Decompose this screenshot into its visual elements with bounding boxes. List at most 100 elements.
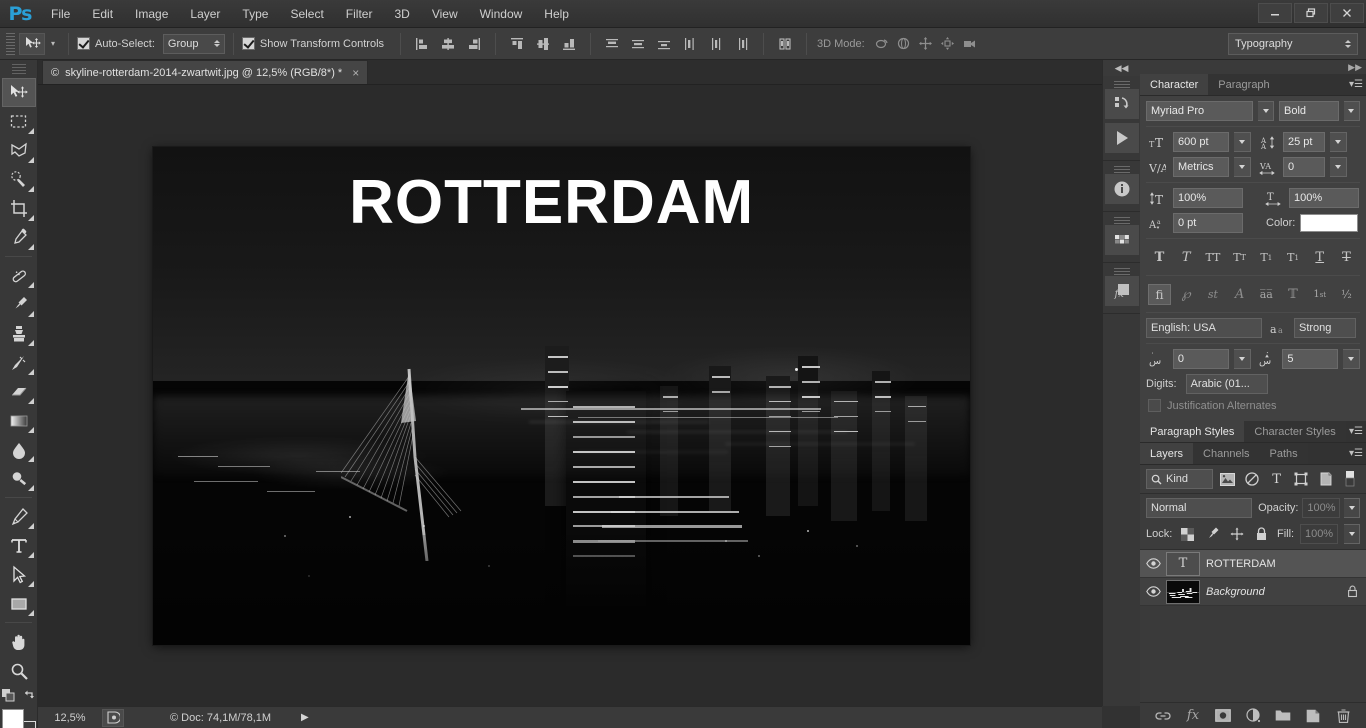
artboard[interactable]: ROTTERDAM (153, 147, 970, 645)
filter-enable-toggle[interactable] (1340, 469, 1360, 489)
distribute-horizontal-centers-icon[interactable] (705, 33, 727, 55)
menu-select[interactable]: Select (279, 0, 334, 28)
status-bar-expand-arrow[interactable]: ▶ (301, 712, 309, 723)
default-colors-icon[interactable] (1, 689, 15, 702)
crop-flyout-arrow[interactable] (27, 215, 34, 221)
rectangle-tool[interactable] (2, 589, 36, 618)
menu-image[interactable]: Image (124, 0, 179, 28)
baseline-shift-field[interactable]: 0 pt (1173, 213, 1243, 233)
subscript-button[interactable]: T1 (1282, 247, 1305, 268)
brush-flyout-arrow[interactable] (27, 311, 34, 317)
fill-field[interactable]: 100% (1300, 524, 1339, 544)
font-style-dropdown[interactable] (1343, 101, 1360, 121)
new-fill-adjustment-layer-icon[interactable] (1244, 707, 1262, 725)
auto-select-scope-spinner[interactable] (208, 40, 220, 47)
eraser-tool[interactable] (2, 377, 36, 406)
align-top-edges-icon[interactable] (506, 33, 528, 55)
dodge-tool[interactable] (2, 464, 36, 493)
underline-button[interactable]: T (1308, 247, 1331, 268)
layer-visibility-icon[interactable] (1140, 586, 1166, 597)
restore-icon[interactable] (1294, 3, 1328, 23)
3d-pan-icon[interactable] (915, 33, 937, 55)
horizontal-scale-field[interactable]: 100% (1289, 188, 1359, 208)
pen-flyout-arrow[interactable] (27, 523, 34, 529)
auto-select-scope-select[interactable]: Group (162, 33, 225, 54)
distribute-top-edges-icon[interactable] (601, 33, 623, 55)
ordinals-button[interactable]: 1st (1308, 284, 1331, 305)
tab-paths[interactable]: Paths (1259, 443, 1308, 464)
lock-position-icon[interactable] (1228, 524, 1247, 544)
diacritic-dropdown[interactable] (1343, 349, 1360, 369)
layers-panel-menu-icon[interactable]: ▾☰ (1346, 443, 1366, 464)
layer-thumbnail-text[interactable]: T (1166, 551, 1200, 576)
horizontal-type-tool[interactable] (2, 531, 36, 560)
workspace-spinner[interactable] (1345, 40, 1351, 48)
kashida-dropdown[interactable] (1233, 349, 1251, 369)
lock-transparent-pixels-icon[interactable] (1178, 524, 1197, 544)
align-bottom-edges-icon[interactable] (558, 33, 580, 55)
font-family-field[interactable]: Myriad Pro (1146, 101, 1253, 121)
tracking-field[interactable]: 0 (1283, 157, 1325, 177)
gradient-tool[interactable] (2, 406, 36, 435)
menu-window[interactable]: Window (469, 0, 534, 28)
lasso-flyout-arrow[interactable] (27, 157, 34, 163)
fill-dropdown[interactable] (1344, 524, 1361, 544)
new-layer-icon[interactable] (1304, 707, 1322, 725)
spot-healing-brush-tool[interactable] (2, 261, 36, 290)
font-size-field[interactable]: 600 pt (1173, 132, 1229, 152)
tab-paragraph-styles[interactable]: Paragraph Styles (1140, 421, 1245, 442)
text-color-swatch[interactable] (1300, 214, 1359, 232)
dock-group-grip-4[interactable] (1113, 268, 1130, 275)
blend-mode-spinner[interactable] (1243, 507, 1247, 509)
status-preview-button[interactable] (102, 708, 124, 727)
tab-channels[interactable]: Channels (1193, 443, 1260, 464)
layer-filter-kind-select[interactable]: Kind (1146, 469, 1213, 489)
styles-panel-icon[interactable]: fx (1104, 276, 1139, 306)
show-transform-check-icon[interactable] (241, 37, 255, 50)
rectangular-marquee-tool[interactable] (2, 107, 36, 136)
leading-field[interactable]: 25 pt (1283, 132, 1325, 152)
anti-aliasing-select[interactable]: Strong (1294, 318, 1356, 338)
standard-ligatures-button[interactable]: fi (1148, 284, 1171, 305)
collapse-to-icons[interactable]: ▶▶ (1140, 60, 1366, 74)
eraser-flyout-arrow[interactable] (27, 398, 34, 404)
discretionary-ligatures-button[interactable]: st (1201, 284, 1224, 305)
crop-tool[interactable] (2, 194, 36, 223)
type-flyout-arrow[interactable] (27, 552, 34, 558)
all-caps-button[interactable]: TT (1201, 247, 1224, 268)
layer-thumbnail-image[interactable] (1166, 579, 1200, 604)
clone-stamp-tool[interactable] (2, 319, 36, 348)
3d-slide-icon[interactable] (937, 33, 959, 55)
brush-tool[interactable] (2, 290, 36, 319)
align-vertical-centers-icon[interactable] (532, 33, 554, 55)
kerning-dropdown[interactable] (1234, 157, 1251, 177)
gradient-flyout-arrow[interactable] (27, 427, 34, 433)
table-row[interactable]: T ROTTERDAM (1140, 550, 1366, 578)
language-select[interactable]: English: USA (1146, 318, 1262, 338)
menu-type[interactable]: Type (231, 0, 279, 28)
opacity-dropdown[interactable] (1344, 498, 1360, 518)
opacity-field[interactable]: 100% (1302, 498, 1341, 518)
superscript-button[interactable]: T1 (1255, 247, 1278, 268)
marquee-flyout-arrow[interactable] (27, 128, 34, 134)
tool-preset-dropdown[interactable]: ▾ (46, 33, 60, 55)
auto-select-check-icon[interactable] (77, 37, 90, 50)
zoom-tool[interactable] (2, 656, 36, 685)
healing-flyout-arrow[interactable] (27, 282, 34, 288)
history-brush-flyout-arrow[interactable] (27, 369, 34, 375)
delete-layer-icon[interactable] (1334, 707, 1352, 725)
align-left-edges-icon[interactable] (411, 33, 433, 55)
filter-pixel-icon[interactable] (1218, 469, 1238, 489)
strikethrough-button[interactable]: T (1335, 247, 1358, 268)
auto-align-layers-icon[interactable] (774, 33, 796, 55)
leading-dropdown[interactable] (1330, 132, 1347, 152)
minimize-icon[interactable] (1258, 3, 1292, 23)
small-caps-button[interactable]: TT (1228, 247, 1251, 268)
link-layers-icon[interactable] (1154, 707, 1172, 725)
character-panel-menu-icon[interactable]: ▾☰ (1346, 74, 1366, 95)
expand-panels-icon[interactable]: ◀◀ (1103, 60, 1140, 76)
swash-button[interactable]: A (1228, 284, 1251, 305)
options-bar-grip[interactable] (6, 32, 15, 55)
rectangle-flyout-arrow[interactable] (27, 610, 34, 616)
vertical-scale-field[interactable]: 100% (1173, 188, 1243, 208)
